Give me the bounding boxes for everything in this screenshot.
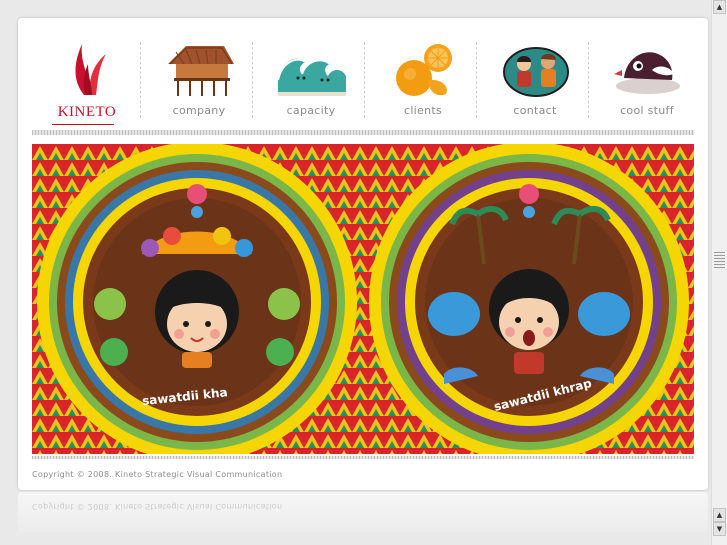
- oranges-icon: [396, 44, 452, 96]
- page-card: KINETO company capacity clients contact …: [18, 18, 708, 490]
- main-navigation: KINETO company capacity clients contact …: [32, 38, 702, 128]
- nav-item-company[interactable]: company: [144, 38, 254, 128]
- scroll-thumb-grip[interactable]: [714, 252, 725, 268]
- reflected-copyright: Copyright © 2008. Kineto Strategic Visua…: [32, 502, 283, 511]
- nav-divider: [364, 42, 365, 118]
- nav-divider: [140, 42, 141, 118]
- nav-label-contact: contact: [513, 104, 557, 117]
- nav-label-cool-stuff: cool stuff: [620, 104, 674, 117]
- scroll-up-button-lower[interactable]: ▲: [713, 508, 726, 522]
- header-separator: [32, 130, 694, 135]
- scroll-up-button[interactable]: ▲: [713, 0, 726, 14]
- nav-divider: [588, 42, 589, 118]
- nav-item-clients[interactable]: clients: [368, 38, 478, 128]
- nav-divider: [476, 42, 477, 118]
- stilt-house-icon: [168, 46, 234, 96]
- nav-item-cool-stuff[interactable]: cool stuff: [592, 38, 702, 128]
- vertical-scrollbar[interactable]: ▲ ▲ ▼: [711, 0, 727, 545]
- flame-icon: [75, 44, 106, 95]
- logo-underline: [52, 124, 114, 125]
- logo-wordmark: KINETO: [57, 104, 117, 120]
- nav-label-company: company: [172, 104, 226, 117]
- nav-divider: [252, 42, 253, 118]
- scroll-down-button[interactable]: ▼: [713, 522, 726, 536]
- nav-item-contact[interactable]: contact: [480, 38, 590, 128]
- people-icon: [503, 47, 569, 97]
- hero-banner: sawatdii kha sawatdii khrap: [32, 144, 694, 454]
- bird-icon: [614, 52, 680, 94]
- nav-item-capacity[interactable]: capacity: [256, 38, 366, 128]
- nav-label-clients: clients: [403, 104, 443, 117]
- copyright-text: Copyright © 2008. Kineto Strategic Visua…: [32, 470, 283, 479]
- left-medallion: [37, 144, 357, 454]
- footer-separator: [32, 456, 694, 459]
- kineto-logo[interactable]: KINETO: [32, 38, 142, 128]
- card-reflection: Copyright © 2008. Kineto Strategic Visua…: [18, 492, 708, 532]
- nav-label-capacity: capacity: [286, 104, 336, 117]
- right-medallion: [369, 144, 689, 454]
- wave-icon: [277, 58, 346, 96]
- thai-illustration: sawatdii kha sawatdii khrap: [32, 144, 694, 454]
